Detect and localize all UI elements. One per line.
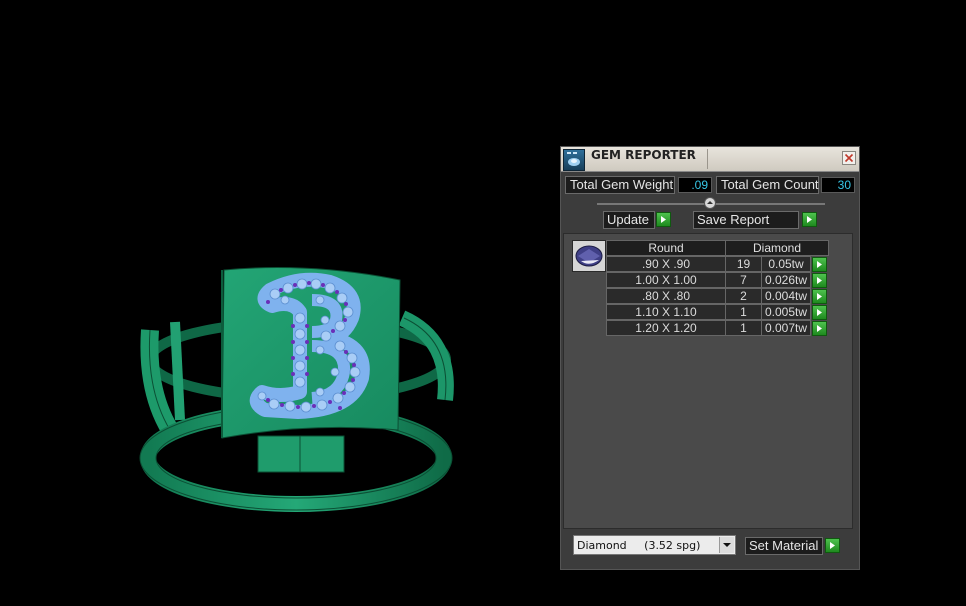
- row-select-play-icon[interactable]: [812, 321, 827, 336]
- 3d-viewport[interactable]: [0, 0, 555, 601]
- row-count: 1: [725, 320, 762, 336]
- row-size: 1.10 X 1.10: [606, 304, 726, 320]
- total-gem-weight-label: Total Gem Weight: [565, 176, 675, 194]
- material-select-value: Diamond (3.52 spg): [577, 539, 701, 552]
- gem-reporter-panel: GEM REPORTER Total Gem Weight .09 Total …: [560, 146, 860, 570]
- row-select-play-icon[interactable]: [812, 257, 827, 272]
- title-bar[interactable]: GEM REPORTER: [561, 147, 859, 172]
- row-select-play-icon[interactable]: [812, 289, 827, 304]
- title-divider: [707, 149, 708, 169]
- row-weight: 0.007tw: [761, 320, 811, 336]
- row-size: 1.20 X 1.20: [606, 320, 726, 336]
- update-button[interactable]: Update: [603, 211, 655, 229]
- row-size: .90 X .90: [606, 256, 726, 272]
- row-count: 2: [725, 288, 762, 304]
- row-weight: 0.004tw: [761, 288, 811, 304]
- set-material-play-icon[interactable]: [825, 538, 840, 553]
- gem-list-area: Round Diamond .90 X .90 19 0.05tw 1.00 X…: [563, 233, 853, 529]
- ring-model: [139, 267, 454, 512]
- update-play-icon[interactable]: [656, 212, 671, 227]
- row-count: 1: [725, 304, 762, 320]
- table-header-shape: Round: [606, 240, 726, 256]
- round-gem-icon[interactable]: [572, 240, 606, 272]
- table-header-material: Diamond: [725, 240, 829, 256]
- row-size: .80 X .80: [606, 288, 726, 304]
- row-count: 7: [725, 272, 762, 288]
- row-weight: 0.005tw: [761, 304, 811, 320]
- row-count: 19: [725, 256, 762, 272]
- total-gem-count-label: Total Gem Count: [716, 176, 819, 194]
- panel-title: GEM REPORTER: [591, 148, 696, 162]
- total-gem-weight-value: .09: [678, 177, 712, 193]
- save-report-button[interactable]: Save Report: [693, 211, 799, 229]
- close-icon[interactable]: [842, 151, 856, 165]
- set-material-button[interactable]: Set Material: [745, 537, 823, 555]
- material-select[interactable]: Diamond (3.52 spg): [573, 535, 736, 555]
- chevron-down-icon[interactable]: [719, 537, 734, 553]
- row-weight: 0.05tw: [761, 256, 811, 272]
- row-select-play-icon[interactable]: [812, 305, 827, 320]
- size-slider-handle[interactable]: [704, 197, 716, 209]
- row-select-play-icon[interactable]: [812, 273, 827, 288]
- save-report-play-icon[interactable]: [802, 212, 817, 227]
- row-weight: 0.026tw: [761, 272, 811, 288]
- total-gem-count-value: 30: [821, 177, 855, 193]
- gem-reporter-app-icon: [563, 149, 585, 171]
- row-size: 1.00 X 1.00: [606, 272, 726, 288]
